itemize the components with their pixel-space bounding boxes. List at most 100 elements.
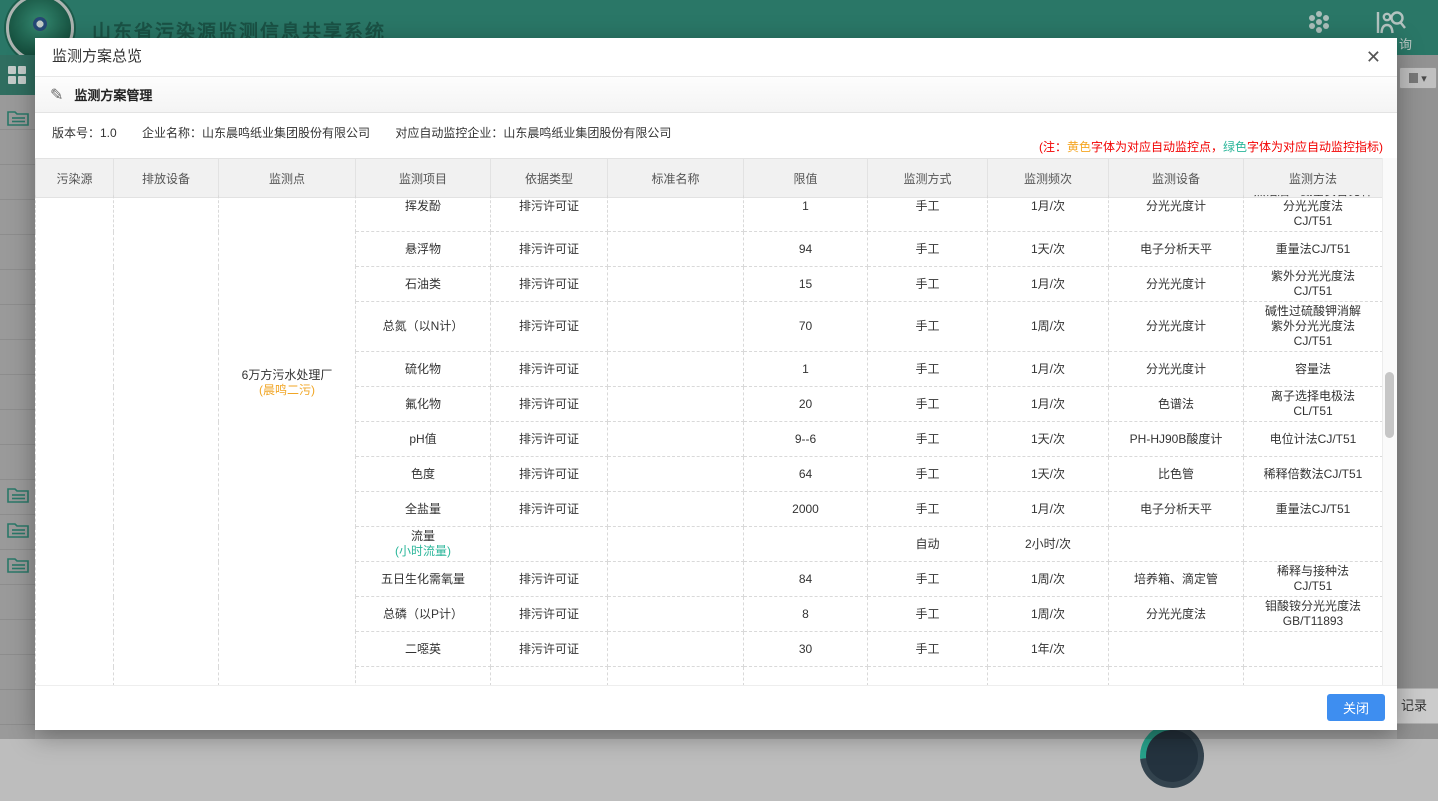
auto-company-label: 对应自动监控企业：山东晨鸣纸业集团股份有限公司 <box>395 126 671 140</box>
cell-basis <box>491 667 608 687</box>
scrollbar-thumb[interactable] <box>1385 372 1394 438</box>
column-header: 依据类型 <box>491 159 608 198</box>
cell-method: 紫外分光光度法 CJ/T51 <box>1244 267 1383 302</box>
sidebar-menu <box>0 95 35 739</box>
cell-device: 电子分析天平 <box>1109 232 1244 267</box>
cell-item: 硫化物 <box>356 352 491 387</box>
caret-down-icon: ▾ <box>1421 72 1427 85</box>
cell-limit: 84 <box>744 562 868 597</box>
cell-frequency: 1周/次 <box>988 562 1109 597</box>
sidebar-folder-icon[interactable] <box>7 555 29 578</box>
cell-basis: 排污许可证 <box>491 632 608 667</box>
cell-device: 比色管 <box>1109 457 1244 492</box>
sidebar-folder-icon[interactable] <box>7 108 29 131</box>
green-legend: 绿色 <box>1223 140 1247 154</box>
cell-basis <box>491 527 608 562</box>
column-header: 监测设备 <box>1109 159 1244 198</box>
cell-frequency: 1周/次 <box>988 597 1109 632</box>
cell-monitoring-point: 6万方污水处理厂(晨鸣二污) <box>219 195 356 686</box>
dropdown-icon <box>1409 73 1418 83</box>
cell-standard <box>608 302 744 352</box>
cell-basis: 排污许可证 <box>491 302 608 352</box>
header-row: 污染源排放设备监测点监测项目依据类型标准名称限值监测方式监测频次监测设备监测方法 <box>36 159 1383 198</box>
close-button[interactable]: 关闭 <box>1327 694 1385 721</box>
cell-mode: 手工 <box>868 195 988 232</box>
cell-standard <box>608 422 744 457</box>
cell-item: 石油类 <box>356 267 491 302</box>
cell-item: 色度 <box>356 457 491 492</box>
pen-icon: ✎ <box>50 85 63 105</box>
cell-device <box>1109 667 1244 687</box>
background-right-panel: ▾ 记录 <box>1397 55 1438 739</box>
column-header: 监测方式 <box>868 159 988 198</box>
column-header: 排放设备 <box>114 159 219 198</box>
cell-method: 钼酸铵分光光度法 GB/T11893 <box>1244 597 1383 632</box>
cell-limit <box>744 527 868 562</box>
cell-frequency: 1天/次 <box>988 232 1109 267</box>
plan-info: 版本号：1.0 企业名称：山东晨鸣纸业集团股份有限公司 对应自动监控企业：山东晨… <box>35 113 1397 159</box>
cell-device: 色谱法 <box>1109 387 1244 422</box>
cell-mode: 手工 <box>868 352 988 387</box>
cell-frequency: 1月/次 <box>988 195 1109 232</box>
cell-device: 分光光度计 <box>1109 302 1244 352</box>
cell-mode: 手工 <box>868 267 988 302</box>
column-header: 限值 <box>744 159 868 198</box>
cell-limit: 64 <box>744 457 868 492</box>
cell-method <box>1244 667 1383 687</box>
cell-device: 电子分析天平 <box>1109 492 1244 527</box>
cell-limit: 15 <box>744 267 868 302</box>
cell-discharge-equipment <box>114 195 219 686</box>
cell-standard <box>608 562 744 597</box>
record-button-partial[interactable]: 记录 <box>1397 688 1438 724</box>
cell-item <box>356 667 491 687</box>
cell-frequency <box>988 667 1109 687</box>
cell-standard <box>608 457 744 492</box>
cell-item: 总磷（以P计） <box>356 597 491 632</box>
cell-item: 全盐量 <box>356 492 491 527</box>
cell-item: 五日生化需氧量 <box>356 562 491 597</box>
column-header: 标准名称 <box>608 159 744 198</box>
cell-standard <box>608 352 744 387</box>
monitoring-table: 6万方污水处理厂(晨鸣二污)挥发酚排污许可证1手工1月/次分光光度计蒸馏后4-氨… <box>35 195 1382 686</box>
cell-device: PH-HJ90B酸度计 <box>1109 422 1244 457</box>
cell-item: pH值 <box>356 422 491 457</box>
cell-basis: 排污许可证 <box>491 597 608 632</box>
cell-device <box>1109 527 1244 562</box>
cell-frequency: 1天/次 <box>988 422 1109 457</box>
cell-standard <box>608 195 744 232</box>
cell-standard <box>608 267 744 302</box>
cell-frequency: 2小时/次 <box>988 527 1109 562</box>
cell-method: 蒸馏后4-氨基安替比林分光光度法 CJ/T51 <box>1244 195 1383 232</box>
cell-device: 分光光度法 <box>1109 597 1244 632</box>
cell-method: 离子选择电极法 CL/T51 <box>1244 387 1383 422</box>
cell-limit: 94 <box>744 232 868 267</box>
cell-basis: 排污许可证 <box>491 387 608 422</box>
background-dropdown[interactable]: ▾ <box>1399 67 1437 89</box>
sidebar-header[interactable] <box>0 55 35 95</box>
close-icon[interactable]: ✕ <box>1366 47 1381 67</box>
cell-frequency: 1月/次 <box>988 267 1109 302</box>
column-header: 监测方法 <box>1244 159 1383 198</box>
apps-grid-icon[interactable] <box>1306 9 1332 35</box>
cell-item: 悬浮物 <box>356 232 491 267</box>
cell-device: 分光光度计 <box>1109 352 1244 387</box>
cell-mode: 手工 <box>868 422 988 457</box>
sidebar-folder-icon[interactable] <box>7 520 29 543</box>
cell-standard <box>608 527 744 562</box>
scrollbar-track[interactable] <box>1382 158 1397 686</box>
cell-basis: 排污许可证 <box>491 492 608 527</box>
menu-grid-icon <box>8 66 26 84</box>
legend-note: (注：黄色字体为对应自动监控点，绿色字体为对应自动监控指标) <box>1039 138 1383 155</box>
sidebar <box>0 55 35 739</box>
person-search-icon[interactable] <box>1374 6 1406 36</box>
sidebar-folder-icon[interactable] <box>7 485 29 508</box>
dialog-titlebar: 监测方案总览 ✕ <box>35 38 1397 77</box>
cell-device <box>1109 632 1244 667</box>
dialog-title: 监测方案总览 <box>52 38 142 76</box>
cell-method: 稀释与接种法 CJ/T51 <box>1244 562 1383 597</box>
table-scroll-area[interactable]: 6万方污水处理厂(晨鸣二污)挥发酚排污许可证1手工1月/次分光光度计蒸馏后4-氨… <box>35 195 1382 686</box>
cell-device: 分光光度计 <box>1109 267 1244 302</box>
section-title: 监测方案管理 <box>74 85 152 104</box>
cell-mode: 手工 <box>868 492 988 527</box>
cell-method: 容量法 <box>1244 352 1383 387</box>
